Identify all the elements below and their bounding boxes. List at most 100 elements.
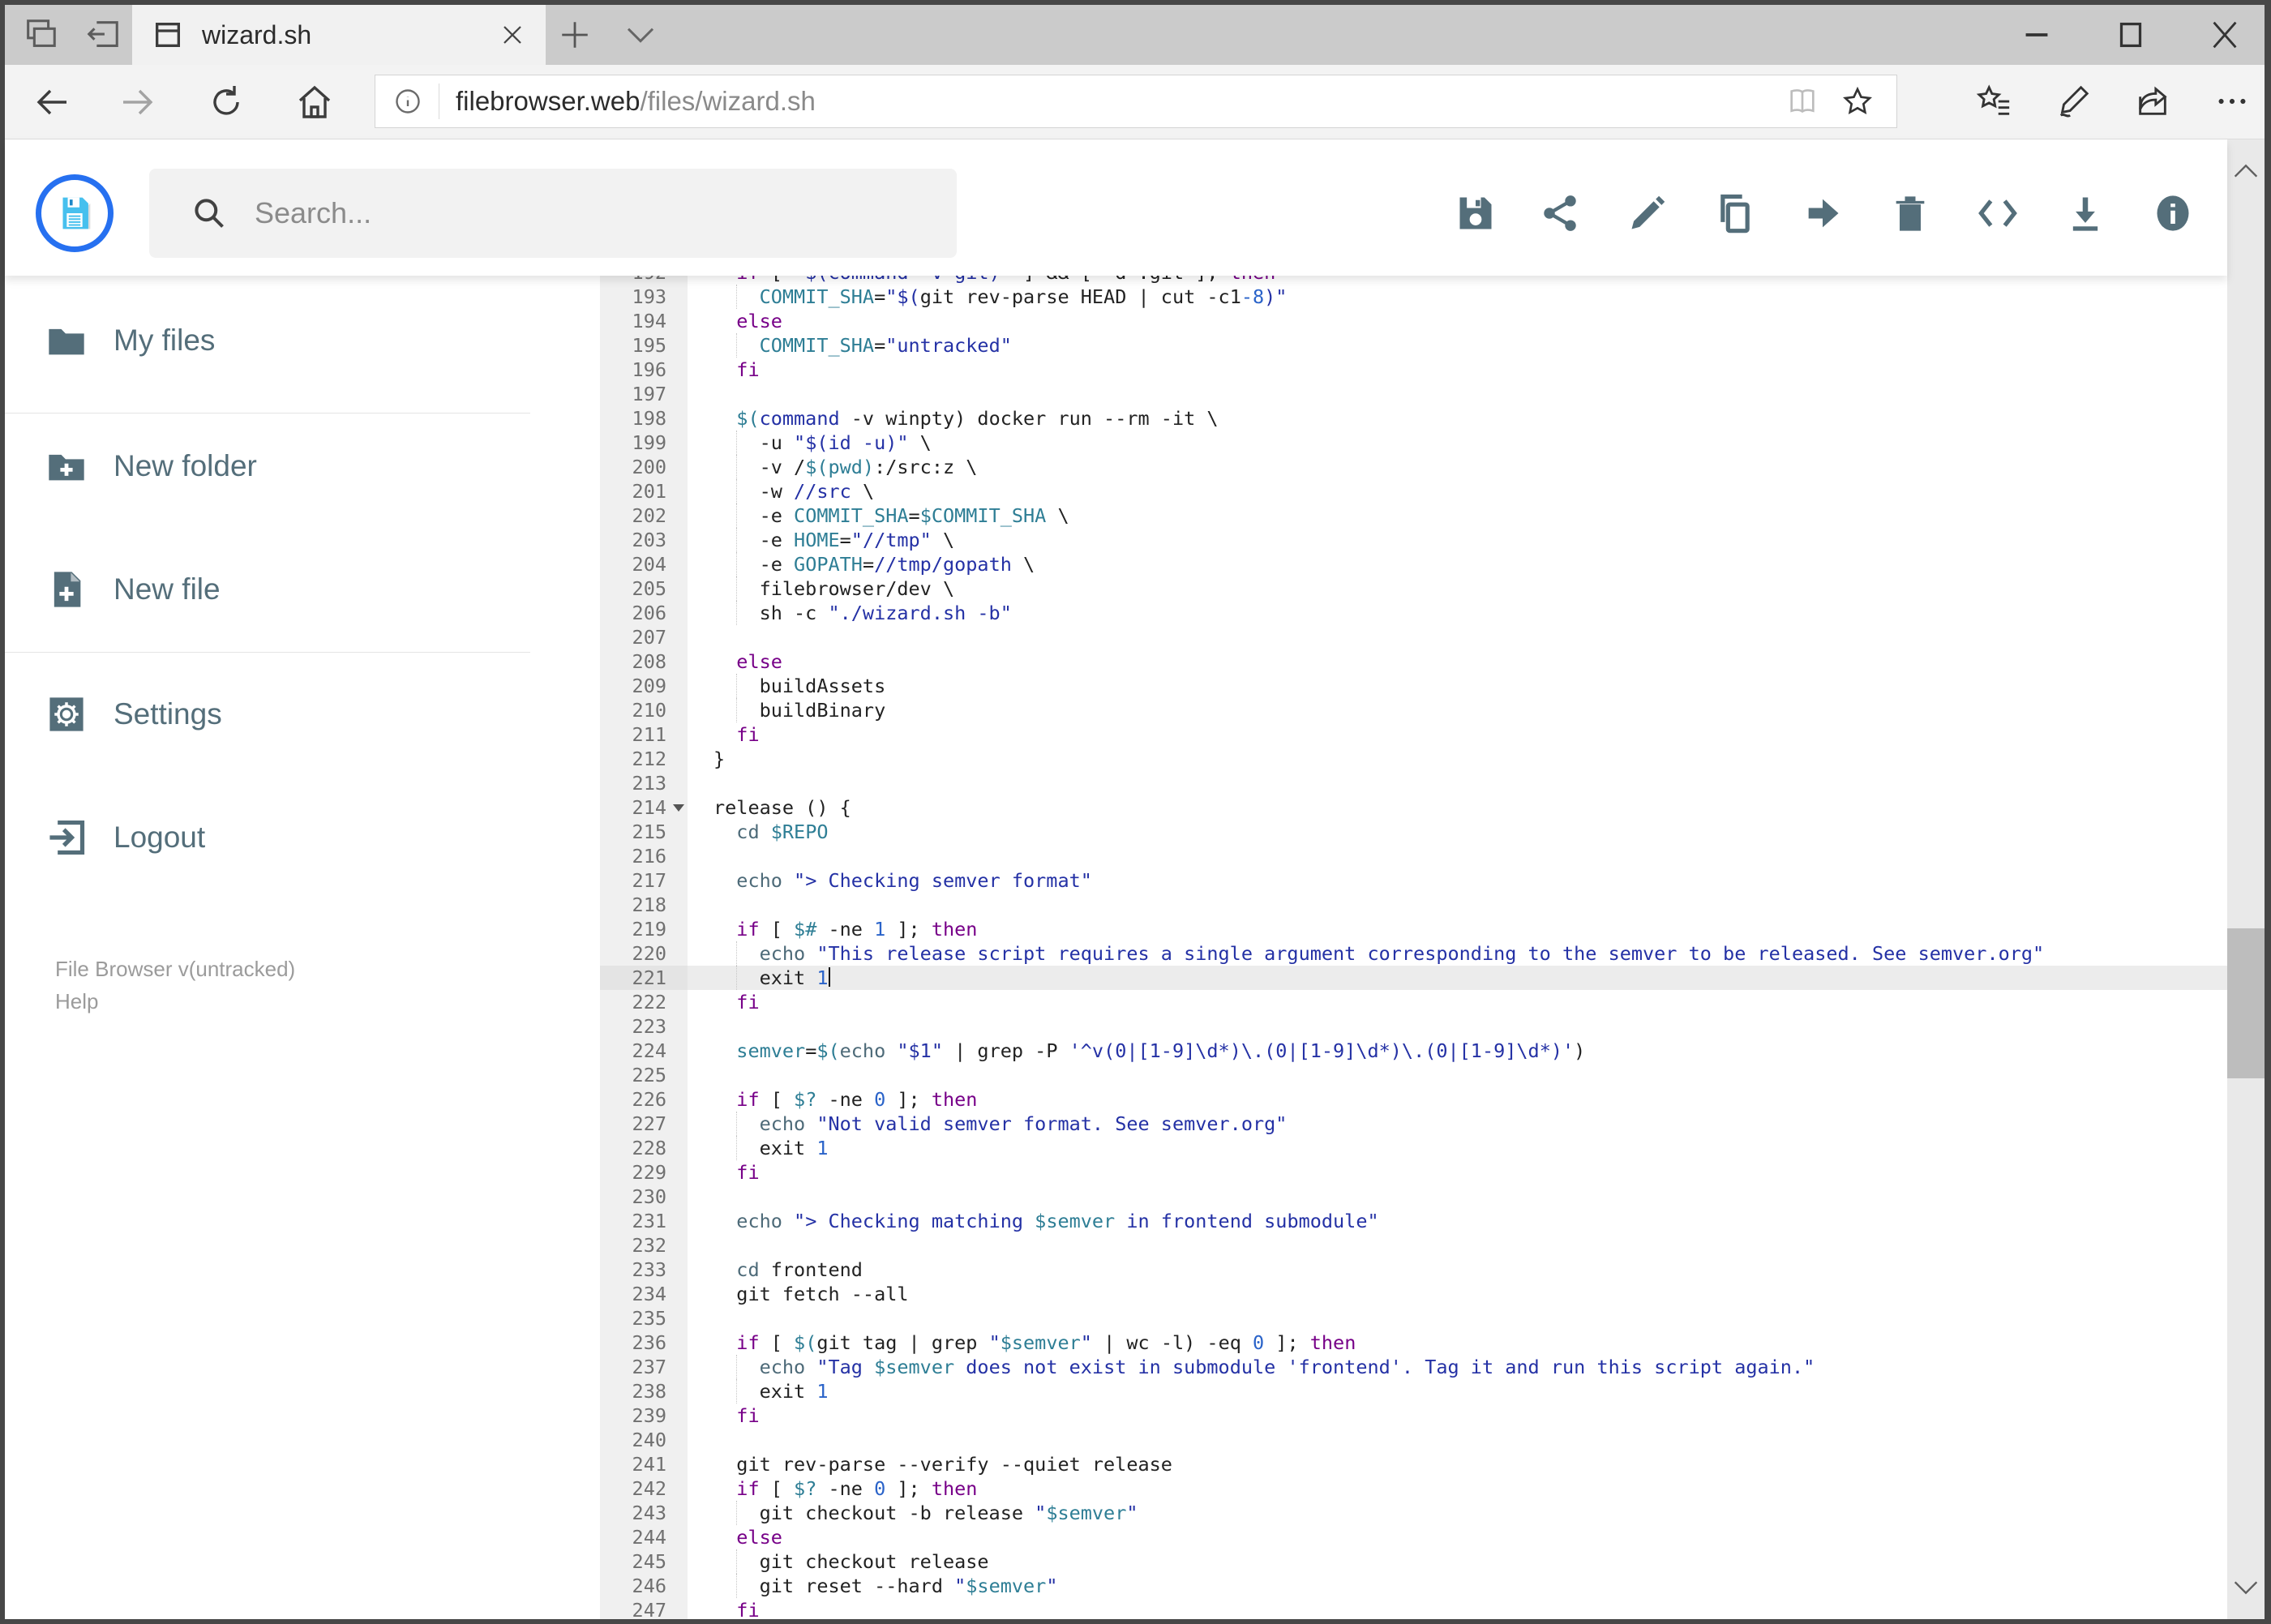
tab-preview-icon[interactable] (22, 16, 59, 54)
code-line[interactable]: 231 echo "> Checking matching $semver in… (600, 1209, 2227, 1233)
share-page-icon[interactable] (2134, 83, 2171, 120)
code-line[interactable]: 209 buildAssets (600, 674, 2227, 698)
help-link[interactable]: Help (55, 985, 295, 1018)
code-line[interactable]: 201 -w //src \ (600, 479, 2227, 503)
code-line[interactable]: 213 (600, 771, 2227, 795)
code-line[interactable]: 220 echo "This release script requires a… (600, 941, 2227, 966)
sidebar-item-logout[interactable]: Logout (5, 799, 572, 876)
home-icon[interactable] (295, 83, 334, 122)
code-line[interactable]: 238 exit 1 (600, 1379, 2227, 1403)
code-line[interactable]: 215 cd $REPO (600, 820, 2227, 844)
code-line[interactable]: 235 (600, 1306, 2227, 1330)
code-line[interactable]: 205 filebrowser/dev \ (600, 576, 2227, 601)
code-line[interactable]: 198 $(command -v winpty) docker run --rm… (600, 406, 2227, 431)
settings-more-icon[interactable] (2213, 83, 2251, 120)
ink-pen-icon[interactable] (2055, 83, 2092, 120)
code-line[interactable]: 245 git checkout release (600, 1549, 2227, 1574)
scrollbar-thumb[interactable] (2227, 928, 2265, 1078)
fold-marker-icon[interactable] (673, 804, 684, 812)
search-box[interactable]: Search... (149, 169, 957, 258)
window-close-button[interactable] (2206, 16, 2243, 54)
code-line[interactable]: 239 fi (600, 1403, 2227, 1428)
code-line[interactable]: 208 else (600, 649, 2227, 674)
code-line[interactable]: 195 COMMIT_SHA="untracked" (600, 333, 2227, 358)
copy-button[interactable] (1714, 192, 1756, 234)
sidebar-item-my-files[interactable]: My files (5, 302, 572, 379)
code-line[interactable]: 242 if [ $? -ne 0 ]; then (600, 1476, 2227, 1501)
code-line[interactable]: 214 release () { (600, 795, 2227, 820)
filebrowser-logo[interactable] (36, 174, 114, 252)
hub-favorites-icon[interactable] (1975, 83, 2012, 120)
code-editor[interactable]: 192 if [ "$(command -v git)" ] && [ -d .… (600, 276, 2227, 1619)
code-line[interactable]: 232 (600, 1233, 2227, 1258)
code-line[interactable]: 234 git fetch --all (600, 1282, 2227, 1306)
code-line[interactable]: 206 sh -c "./wizard.sh -b" (600, 601, 2227, 625)
code-line[interactable]: 246 git reset --hard "$semver" (600, 1574, 2227, 1598)
url-text[interactable]: filebrowser.web/files/wizard.sh (456, 86, 1786, 117)
sidebar-item-new-file[interactable]: New file (5, 551, 572, 628)
back-icon[interactable] (34, 83, 73, 122)
code-line[interactable]: 236 if [ $(git tag | grep "$semver" | wc… (600, 1330, 2227, 1355)
code-line[interactable]: 204 -e GOPATH=//tmp/gopath \ (600, 552, 2227, 576)
code-line[interactable]: 228 exit 1 (600, 1136, 2227, 1160)
favorite-star-icon[interactable] (1841, 85, 1874, 118)
code-line[interactable]: 200 -v /$(pwd):/src:z \ (600, 455, 2227, 479)
code-line[interactable]: 203 -e HOME="//tmp" \ (600, 528, 2227, 552)
code-line[interactable]: 211 fi (600, 722, 2227, 747)
code-line[interactable]: 240 (600, 1428, 2227, 1452)
code-view-button[interactable] (1977, 192, 2019, 234)
tab-close-icon[interactable] (500, 23, 525, 47)
code-line[interactable]: 229 fi (600, 1160, 2227, 1185)
window-maximize-button[interactable] (2112, 16, 2149, 54)
code-line[interactable]: 196 fi (600, 358, 2227, 382)
set-tabs-aside-icon[interactable] (84, 16, 122, 54)
refresh-icon[interactable] (207, 83, 246, 122)
code-line[interactable]: 244 else (600, 1525, 2227, 1549)
code-line[interactable]: 217 echo "> Checking semver format" (600, 868, 2227, 893)
code-line[interactable]: 212} (600, 747, 2227, 771)
code-line[interactable]: 210 buildBinary (600, 698, 2227, 722)
share-button[interactable] (1539, 192, 1581, 234)
code-line[interactable]: 227 echo "Not valid semver format. See s… (600, 1112, 2227, 1136)
code-line[interactable]: 219 if [ $# -ne 1 ]; then (600, 917, 2227, 941)
code-line[interactable]: 230 (600, 1185, 2227, 1209)
code-line[interactable]: 199 -u "$(id -u)" \ (600, 431, 2227, 455)
code-line[interactable]: 226 if [ $? -ne 0 ]; then (600, 1087, 2227, 1112)
code-line[interactable]: 243 git checkout -b release "$semver" (600, 1501, 2227, 1525)
code-line[interactable]: 233 cd frontend (600, 1258, 2227, 1282)
reading-view-icon[interactable] (1786, 85, 1819, 118)
code-line[interactable]: 216 (600, 844, 2227, 868)
code-line[interactable]: 192 if [ "$(command -v git)" ] && [ -d .… (600, 276, 2227, 285)
code-line[interactable]: 225 (600, 1063, 2227, 1087)
save-button[interactable] (1455, 192, 1497, 234)
code-line[interactable]: 247 fi (600, 1598, 2227, 1619)
window-minimize-button[interactable] (2018, 16, 2055, 54)
forward-icon[interactable] (117, 83, 156, 122)
code-line[interactable]: 207 (600, 625, 2227, 649)
site-info-icon[interactable] (393, 87, 422, 116)
download-button[interactable] (2064, 192, 2106, 234)
code-line[interactable]: 241 git rev-parse --verify --quiet relea… (600, 1452, 2227, 1476)
code-line[interactable]: 218 (600, 893, 2227, 917)
code-line[interactable]: 237 echo "Tag $semver does not exist in … (600, 1355, 2227, 1379)
browser-tab[interactable]: wizard.sh (132, 5, 546, 65)
page-scrollbar[interactable] (2227, 139, 2265, 1619)
url-bar[interactable]: filebrowser.web/files/wizard.sh (375, 75, 1897, 128)
code-line[interactable]: 202 -e COMMIT_SHA=$COMMIT_SHA \ (600, 503, 2227, 528)
move-button[interactable] (1802, 192, 1844, 234)
code-line[interactable]: 193 COMMIT_SHA="$(git rev-parse HEAD | c… (600, 285, 2227, 309)
code-line[interactable]: 224 semver=$(echo "$1" | grep -P '^v(0|[… (600, 1039, 2227, 1063)
edit-button[interactable] (1626, 192, 1669, 234)
code-line[interactable]: 221 exit 1 (600, 966, 2227, 990)
code-line[interactable]: 223 (600, 1014, 2227, 1039)
delete-button[interactable] (1889, 192, 1931, 234)
code-line[interactable]: 222 fi (600, 990, 2227, 1014)
scroll-down-icon[interactable] (2233, 1579, 2259, 1596)
sidebar-item-settings[interactable]: Settings (5, 675, 572, 753)
tab-list-chevron-icon[interactable] (624, 24, 657, 47)
new-tab-button[interactable] (558, 18, 592, 52)
info-button[interactable] (2152, 192, 2194, 234)
sidebar-item-new-folder[interactable]: New folder (5, 427, 572, 505)
code-line[interactable]: 197 (600, 382, 2227, 406)
code-line[interactable]: 194 else (600, 309, 2227, 333)
